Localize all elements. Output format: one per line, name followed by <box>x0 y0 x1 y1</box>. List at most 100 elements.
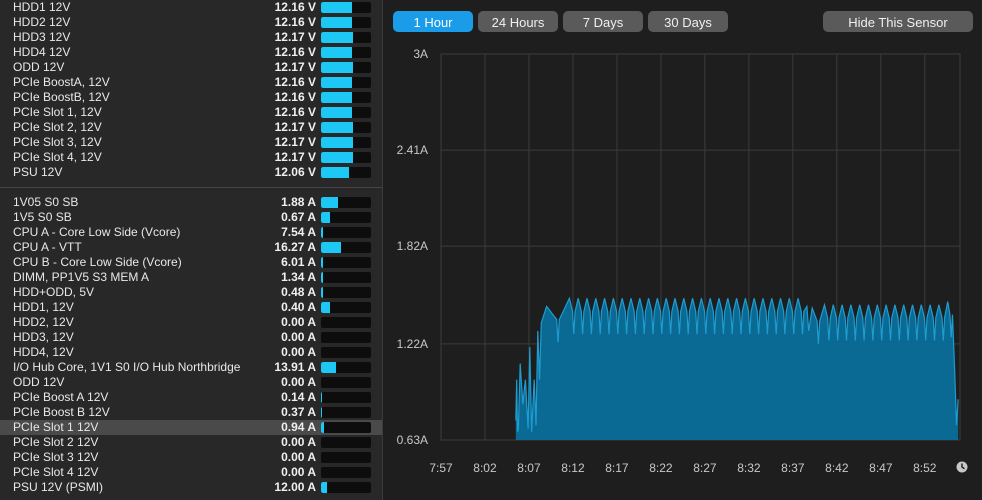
sensor-level-bar <box>321 77 371 88</box>
sensor-name: DIMM, PP1V5 S3 MEM A <box>13 270 150 284</box>
sensor-name: HDD3 12V <box>13 30 71 44</box>
sensor-row[interactable]: PCIe Slot 4 12V 0.00 A <box>0 465 382 480</box>
sensor-level-fill <box>321 92 352 103</box>
x-tick-label: 8:47 <box>869 461 893 475</box>
sensor-row[interactable]: CPU A - VTT 16.27 A <box>0 240 382 255</box>
sensor-level-bar <box>321 377 371 388</box>
sensor-row[interactable]: HDD1 12V 12.16 V <box>0 0 382 15</box>
x-tick-label: 8:37 <box>781 461 805 475</box>
sensor-row[interactable]: PCIe BoostB, 12V 12.16 V <box>0 90 382 105</box>
sensor-value: 16.27 A <box>274 240 316 254</box>
sensor-name: PCIe Slot 2 12V <box>13 435 99 449</box>
sensor-row[interactable]: HDD2, 12V 0.00 A <box>0 315 382 330</box>
sensor-value: 12.17 V <box>274 30 316 44</box>
sensor-level-bar <box>321 347 371 358</box>
sensor-name: CPU B - Core Low Side (Vcore) <box>13 255 182 269</box>
sensor-name: PCIe Slot 2, 12V <box>13 120 102 134</box>
sensor-level-bar <box>321 212 371 223</box>
x-tick-label: 8:22 <box>649 461 673 475</box>
sensor-row[interactable]: PCIe BoostA, 12V 12.16 V <box>0 75 382 90</box>
sensor-graph-panel: 1 Hour 24 Hours 7 Days 30 Days Hide This… <box>384 0 982 500</box>
sensor-row[interactable]: PCIe Slot 2, 12V 12.17 V <box>0 120 382 135</box>
sensor-row[interactable]: CPU A - Core Low Side (Vcore) 7.54 A <box>0 225 382 240</box>
sensor-name: HDD+ODD, 5V <box>13 285 95 299</box>
sensor-value: 0.67 A <box>281 210 316 224</box>
sensor-row[interactable]: HDD2 12V 12.16 V <box>0 15 382 30</box>
sensor-row[interactable]: CPU B - Core Low Side (Vcore) 6.01 A <box>0 255 382 270</box>
sensor-value: 0.48 A <box>281 285 316 299</box>
sensor-value: 12.16 V <box>274 90 316 104</box>
sensor-name: 1V5 S0 SB <box>13 210 72 224</box>
sensor-level-bar <box>321 302 371 313</box>
x-tick-label: 8:17 <box>605 461 629 475</box>
sensor-level-fill <box>321 362 336 373</box>
sensor-row[interactable]: PCIe Slot 2 12V 0.00 A <box>0 435 382 450</box>
sensor-level-fill <box>321 167 349 178</box>
sensor-level-fill <box>321 482 327 493</box>
sensor-row[interactable]: 1V5 S0 SB 0.67 A <box>0 210 382 225</box>
sensor-row[interactable]: PCIe Slot 4, 12V 12.17 V <box>0 150 382 165</box>
sensor-name: PCIe Slot 1 12V <box>13 420 99 434</box>
sensor-row[interactable]: PCIe Boost B 12V 0.37 A <box>0 405 382 420</box>
sensor-level-fill <box>321 77 352 88</box>
sensor-value: 12.17 V <box>274 60 316 74</box>
sensor-row[interactable]: PCIe Slot 1, 12V 12.16 V <box>0 105 382 120</box>
sensor-row[interactable]: HDD3, 12V 0.00 A <box>0 330 382 345</box>
sensor-level-fill <box>321 287 323 298</box>
sensor-row[interactable]: PCIe Slot 1 12V 0.94 A <box>0 420 382 435</box>
sensor-level-bar <box>321 2 371 13</box>
sensor-level-fill <box>321 197 338 208</box>
sensor-list-panel: HDD1 12V 12.16 V HDD2 12V 12.16 V HDD3 12V 12… <box>0 0 383 500</box>
sensor-level-bar <box>321 317 371 328</box>
sensor-name: PCIe BoostB, 12V <box>13 90 110 104</box>
sensor-level-bar <box>321 257 371 268</box>
sensor-level-fill <box>321 62 353 73</box>
sensor-level-fill <box>321 257 323 268</box>
x-tick-label: 8:07 <box>517 461 541 475</box>
sensor-value: 0.00 A <box>281 375 316 389</box>
sensor-level-bar <box>321 242 371 253</box>
sensor-row[interactable]: PSU 12V (PSMI) 12.00 A <box>0 480 382 495</box>
x-tick-label: 8:52 <box>913 461 937 475</box>
sensor-level-bar <box>321 437 371 448</box>
x-tick-label: 8:27 <box>693 461 717 475</box>
sensor-level-fill <box>321 107 352 118</box>
sensor-name: PCIe Slot 3 12V <box>13 450 99 464</box>
sensor-name: PCIe Slot 4, 12V <box>13 150 102 164</box>
sensor-row[interactable]: HDD3 12V 12.17 V <box>0 30 382 45</box>
sensor-row[interactable]: ODD 12V 0.00 A <box>0 375 382 390</box>
sensor-level-bar <box>321 467 371 478</box>
sensor-name: ODD 12V <box>13 375 65 389</box>
sensor-level-fill <box>321 302 330 313</box>
sensor-row[interactable]: PCIe Slot 3 12V 0.00 A <box>0 450 382 465</box>
sensor-name: CPU A - Core Low Side (Vcore) <box>13 225 181 239</box>
sensor-row[interactable]: HDD4, 12V 0.00 A <box>0 345 382 360</box>
sensor-level-fill <box>321 152 353 163</box>
sensor-level-fill <box>321 2 352 13</box>
sensor-name: HDD4 12V <box>13 45 71 59</box>
sensor-row[interactable]: HDD+ODD, 5V 0.48 A <box>0 285 382 300</box>
sensor-row[interactable]: PCIe Slot 3, 12V 12.17 V <box>0 135 382 150</box>
sensor-row[interactable]: PSU 12V 12.06 V <box>0 165 382 180</box>
sensor-row[interactable]: 1V05 S0 SB 1.88 A <box>0 195 382 210</box>
sensor-row[interactable]: HDD1, 12V 0.40 A <box>0 300 382 315</box>
sensor-level-bar <box>321 422 371 433</box>
sensor-level-fill <box>321 32 353 43</box>
sensor-level-bar <box>321 362 371 373</box>
sensor-name: PCIe Slot 3, 12V <box>13 135 102 149</box>
sensor-level-fill <box>321 47 352 58</box>
sensor-row[interactable]: I/O Hub Core, 1V1 S0 I/O Hub Northbridge… <box>0 360 382 375</box>
clock-icon[interactable] <box>956 461 968 473</box>
sensor-row[interactable]: ODD 12V 12.17 V <box>0 60 382 75</box>
section-divider <box>0 187 382 188</box>
y-axis: 3A 2.41A 1.82A 1.22A 0.63A <box>397 47 428 447</box>
chart-series <box>515 296 959 440</box>
sensor-row[interactable]: DIMM, PP1V5 S3 MEM A 1.34 A <box>0 270 382 285</box>
sensor-name: HDD4, 12V <box>13 345 74 359</box>
sensor-row[interactable]: HDD4 12V 12.16 V <box>0 45 382 60</box>
sensor-level-bar <box>321 137 371 148</box>
sensor-name: PCIe Slot 4 12V <box>13 465 99 479</box>
sensor-level-fill <box>321 407 322 418</box>
sensor-row[interactable]: PCIe Boost A 12V 0.14 A <box>0 390 382 405</box>
sensor-level-fill <box>321 17 352 28</box>
